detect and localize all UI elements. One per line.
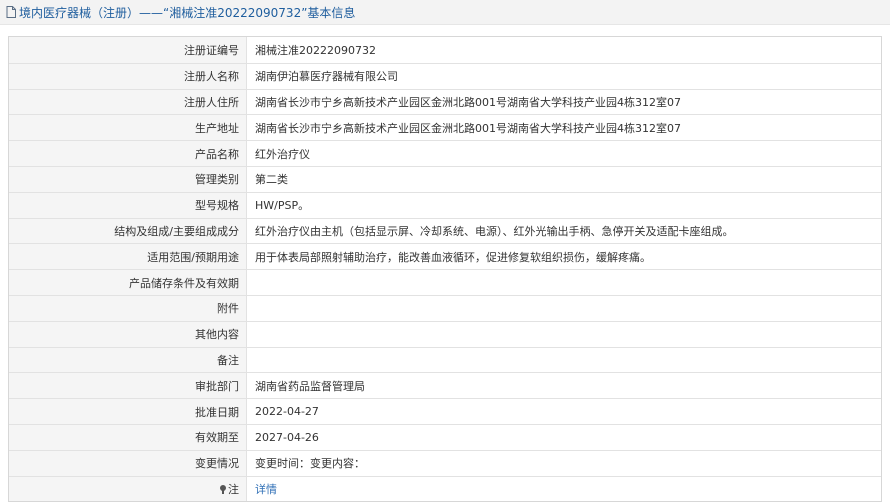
- row-value: 2027-04-26: [255, 430, 319, 444]
- row-label: 适用范围/预期用途: [9, 244, 247, 270]
- info-table: 注册证编号 湘械注准20222090732 注册人名称 湖南伊泊慕医疗器械有限公司 注册…: [8, 36, 882, 503]
- row-value: 变更时间：变更内容：: [255, 457, 365, 471]
- row-label: 注册人住所: [9, 89, 247, 115]
- row-label: 产品名称: [9, 141, 247, 166]
- table-row: 备注: [9, 346, 881, 373]
- note-label: 注: [228, 482, 239, 496]
- table-row: 其他内容: [9, 320, 881, 347]
- row-value: 湘械注准20222090732: [255, 43, 376, 57]
- row-value: [247, 322, 881, 347]
- row-value: [247, 348, 881, 373]
- row-label: 其他内容: [9, 321, 247, 347]
- row-value: HW/PSP。: [255, 199, 310, 213]
- row-value: 湖南省长沙市宁乡高新技术产业园区金洲北路001号湖南省大学科技产业园4栋312室…: [255, 95, 681, 109]
- table-row: 管理类别 第二类: [9, 165, 881, 192]
- table-row: 生产地址 湖南省长沙市宁乡高新技术产业园区金洲北路001号湖南省大学科技产业园4栋…: [9, 114, 881, 141]
- table-row: 有效期至 2027-04-26: [9, 423, 881, 450]
- table-row: 适用范围/预期用途 用于体表局部照射辅助治疗，能改善血液循环，促进修复软组织损伤，…: [9, 243, 881, 270]
- table-row: 结构及组成/主要组成成分 红外治疗仪由主机（包括显示屏、冷却系统、电源）、红外光输…: [9, 217, 881, 244]
- row-label: 注册证编号: [9, 37, 247, 63]
- table-row: 批准日期 2022-04-27: [9, 398, 881, 424]
- row-value: 第二类: [255, 173, 288, 187]
- table-row: 产品名称 红外治疗仪: [9, 140, 881, 166]
- row-value: 用于体表局部照射辅助治疗，能改善血液循环，促进修复软组织损伤，缓解疼痛。: [255, 250, 651, 264]
- row-label: 有效期至: [9, 424, 247, 450]
- page-header: 境内医疗器械（注册）——“湘械注准20222090732”基本信息: [0, 0, 890, 25]
- row-label: 生产地址: [9, 115, 247, 141]
- row-label: 管理类别: [9, 166, 247, 192]
- row-label: 注册人名称: [9, 63, 247, 89]
- note-value-cell: 详情: [247, 477, 881, 502]
- row-value: [247, 270, 881, 295]
- page-title: 境内医疗器械（注册）——“湘械注准20222090732”基本信息: [19, 5, 356, 20]
- row-value: 湖南伊泊慕医疗器械有限公司: [255, 70, 398, 84]
- row-value: 红外治疗仪由主机（包括显示屏、冷却系统、电源）、红外光输出手柄、急停开关及适配卡…: [255, 224, 734, 238]
- row-label: 附件: [9, 295, 247, 321]
- note-label-cell: 注: [9, 476, 247, 502]
- row-value: 2022-04-27: [255, 405, 319, 419]
- row-value: 湖南省药品监督管理局: [255, 379, 365, 393]
- row-value: 湖南省长沙市宁乡高新技术产业园区金洲北路001号湖南省大学科技产业园4栋312室…: [255, 121, 681, 135]
- details-link[interactable]: 详情: [255, 481, 277, 497]
- table-row: 附件: [9, 294, 881, 321]
- document-icon: [6, 6, 16, 18]
- table-row: 产品储存条件及有效期: [9, 269, 881, 295]
- table-row: 变更情况 变更时间：变更内容：: [9, 449, 881, 476]
- table-row: 注册证编号 湘械注准20222090732: [9, 37, 881, 63]
- table-row: 审批部门 湖南省药品监督管理局: [9, 372, 881, 399]
- row-label: 变更情况: [9, 450, 247, 476]
- row-value: 红外治疗仪: [255, 147, 310, 161]
- table-row: 型号规格 HW/PSP。: [9, 191, 881, 218]
- row-label: 产品储存条件及有效期: [9, 270, 247, 295]
- row-label: 备注: [9, 347, 247, 373]
- row-label: 型号规格: [9, 192, 247, 218]
- row-label: 结构及组成/主要组成成分: [9, 218, 247, 244]
- row-label: 审批部门: [9, 373, 247, 399]
- table-row: 注册人住所 湖南省长沙市宁乡高新技术产业园区金洲北路001号湖南省大学科技产业园4…: [9, 88, 881, 115]
- table-row: 注册人名称 湖南伊泊慕医疗器械有限公司: [9, 62, 881, 89]
- note-row: 注 详情: [9, 475, 881, 502]
- row-value: [247, 296, 881, 321]
- pin-icon: [220, 484, 226, 494]
- row-label: 批准日期: [9, 399, 247, 424]
